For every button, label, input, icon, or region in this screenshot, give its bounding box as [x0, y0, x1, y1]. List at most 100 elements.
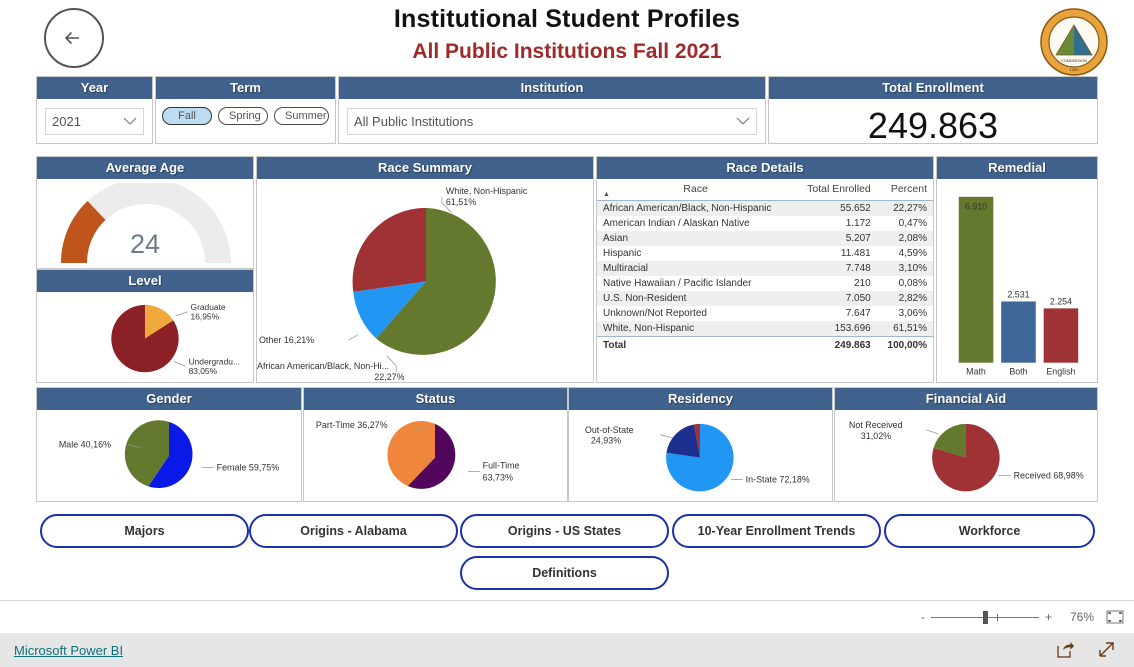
report-footer-bar: Microsoft Power BI — [0, 633, 1134, 667]
remedial-title: Remedial — [937, 157, 1097, 179]
table-row: U.S. Non-Resident 7.050 2,82% — [597, 291, 933, 306]
column-header-total-enrolled[interactable]: Total Enrolled — [794, 179, 877, 201]
pie-label-male: Male 40,16% — [59, 440, 111, 450]
footer-icon-group — [1055, 641, 1134, 659]
institution-dropdown[interactable]: All Public Institutions — [347, 108, 757, 135]
financial-aid-pie-chart[interactable]: Not Received 31,02% Received 68,98% — [835, 410, 1097, 502]
ache-seal-logo: COMMISSION 1969 — [1040, 8, 1108, 76]
pie-label-not-received: Not Received — [849, 420, 903, 430]
cell-total: 1.172 — [845, 218, 871, 229]
svg-text:63,73%: 63,73% — [483, 472, 513, 482]
svg-text:Undergradu...: Undergradu... — [189, 356, 240, 366]
cell-total: 11.481 — [840, 248, 871, 259]
race-summary-pie-chart[interactable]: White, Non-Hispanic 61,51% Other 16,21% … — [257, 179, 593, 383]
cell-race: White, Non-Hispanic — [603, 323, 695, 334]
average-age-panel: Average Age 24 — [36, 156, 254, 269]
svg-text:Other 16,21%: Other 16,21% — [259, 335, 314, 345]
chevron-down-icon — [123, 117, 137, 125]
cell-percent: 3,06% — [898, 308, 927, 319]
table-row: Multiracial 7.748 3,10% — [597, 261, 933, 276]
level-panel: Level Graduate 16,95% Undergradu... 83,0… — [36, 269, 254, 383]
cell-total: 210 — [854, 278, 871, 289]
term-button-fall[interactable]: Fall — [162, 107, 212, 125]
remedial-panel: Remedial 6.910 2.531 2.254 Math Both Eng… — [936, 156, 1098, 383]
race-details-title: Race Details — [597, 157, 933, 179]
term-slicer-title: Term — [156, 77, 335, 99]
powerbi-report-canvas: Institutional Student Profiles All Publi… — [0, 0, 1134, 600]
year-slicer-title: Year — [37, 77, 152, 99]
level-pie-chart[interactable]: Graduate 16,95% Undergradu... 83,05% — [37, 292, 253, 383]
cell-percent: 2,08% — [898, 233, 927, 244]
axis-label-english: English — [1046, 367, 1075, 377]
cell-total: 7.647 — [845, 308, 871, 319]
fit-to-page-icon[interactable] — [1106, 610, 1124, 624]
nav-button-majors[interactable]: Majors — [40, 514, 249, 548]
svg-text:COMMISSION: COMMISSION — [1061, 58, 1087, 63]
zoom-level-label: 76% — [1069, 610, 1094, 624]
column-header-percent[interactable]: Percent — [876, 179, 933, 201]
cell-race: American Indian / Alaskan Native — [603, 218, 750, 229]
bar-english — [1043, 308, 1079, 363]
nav-button-origins-us-states[interactable]: Origins - US States — [460, 514, 669, 548]
term-button-spring[interactable]: Spring — [218, 107, 268, 125]
axis-label-math: Math — [966, 367, 986, 377]
cell-total: 153.696 — [834, 323, 871, 334]
year-dropdown[interactable]: 2021 — [45, 108, 144, 135]
cell-race: U.S. Non-Resident — [603, 293, 687, 304]
table-row: White, Non-Hispanic 153.696 61,51% — [597, 321, 933, 337]
table-row: Asian 5.207 2,08% — [597, 231, 933, 246]
year-value: 2021 — [52, 114, 81, 129]
financial-aid-title: Financial Aid — [835, 388, 1097, 410]
nav-button-definitions[interactable]: Definitions — [460, 556, 669, 590]
page-subtitle: All Public Institutions Fall 2021 — [412, 40, 722, 63]
cell-percent: 61,51% — [893, 323, 927, 334]
column-header-race[interactable]: ▲ Race — [597, 179, 795, 201]
total-enrollment-card: Total Enrollment 249.863 — [768, 76, 1098, 146]
cell-race: Asian — [603, 233, 629, 244]
table-row: African American/Black, Non-Hispanic 55.6… — [597, 200, 933, 216]
cell-percent: 0,47% — [898, 218, 927, 229]
average-age-title: Average Age — [37, 157, 253, 179]
svg-text:31,02%: 31,02% — [861, 431, 891, 441]
nav-button-enrollment-trends[interactable]: 10-Year Enrollment Trends — [672, 514, 881, 548]
chevron-down-icon — [736, 117, 750, 125]
share-icon[interactable] — [1055, 641, 1075, 659]
race-details-table[interactable]: ▲ Race Total Enrolled Percent African Am… — [597, 179, 933, 354]
cell-race: Unknown/Not Reported — [603, 308, 707, 319]
microsoft-power-bi-link[interactable]: Microsoft Power BI — [14, 643, 123, 658]
status-pie-chart[interactable]: Part-Time 36,27% Full-Time 63,73% — [304, 410, 567, 502]
pie-label-part-time: Part-Time 36,27% — [316, 420, 388, 430]
race-details-table-body: African American/Black, Non-Hispanic 55.6… — [597, 200, 933, 337]
cell-percent: 22,27% — [893, 203, 927, 214]
institution-slicer-title: Institution — [339, 77, 765, 99]
table-header-row: ▲ Race Total Enrolled Percent — [597, 179, 933, 201]
residency-panel: Residency Out-of-State 24,93% In-State 7… — [568, 387, 833, 502]
svg-text:16,95%: 16,95% — [191, 312, 220, 322]
zoom-in-button[interactable]: + — [1045, 610, 1052, 624]
cell-percent: 3,10% — [898, 263, 927, 274]
average-age-value: 24 — [129, 229, 161, 259]
bar-both — [1001, 301, 1036, 363]
fullscreen-icon[interactable] — [1097, 641, 1116, 659]
remedial-bar-chart[interactable]: 6.910 2.531 2.254 Math Both English — [937, 179, 1097, 381]
zoom-slider[interactable] — [930, 611, 1039, 624]
table-row: Native Hawaiian / Pacific Islander 210 0,0… — [597, 276, 933, 291]
gender-pie-chart[interactable]: Male 40,16% Female 59,75% — [37, 410, 301, 502]
nav-button-workforce[interactable]: Workforce — [884, 514, 1095, 548]
pie-label-female: Female 59,75% — [217, 463, 280, 473]
term-button-group: Fall Spring Summer — [156, 99, 335, 125]
svg-text:24,93%: 24,93% — [591, 436, 621, 446]
residency-pie-chart[interactable]: Out-of-State 24,93% In-State 72,18% — [569, 410, 832, 502]
svg-text:African American/Black, Non-Hi: African American/Black, Non-Hi... — [257, 361, 389, 371]
zoom-slider-thumb[interactable] — [982, 611, 988, 624]
nav-button-origins-alabama[interactable]: Origins - Alabama — [249, 514, 458, 548]
svg-text:Graduate: Graduate — [191, 302, 226, 312]
total-enrollment-value: 249.863 — [867, 105, 999, 146]
zoom-out-button[interactable]: - — [921, 610, 925, 624]
race-summary-title: Race Summary — [257, 157, 593, 179]
year-slicer-panel: Year 2021 — [36, 76, 153, 144]
cell-total-enrolled: 249.863 — [794, 336, 877, 354]
financial-aid-panel: Financial Aid Not Received 31,02% Receiv… — [834, 387, 1098, 502]
term-button-summer[interactable]: Summer — [274, 107, 329, 125]
race-details-table-footer: Total 249.863 100,00% — [597, 336, 933, 354]
